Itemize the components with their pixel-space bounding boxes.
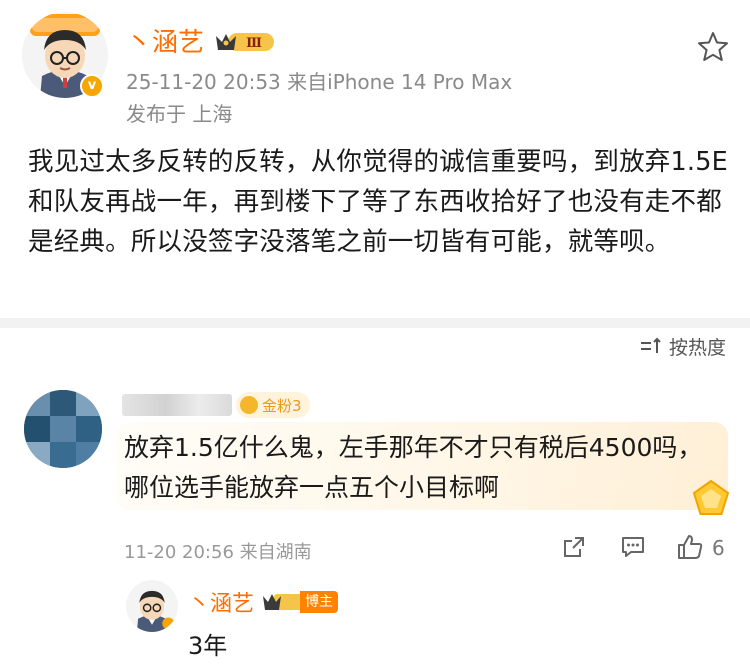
- star-outline-icon[interactable]: [696, 30, 730, 64]
- sort-by-hot-toggle[interactable]: 按热度: [639, 332, 726, 360]
- blogger-badge: 博主: [300, 591, 338, 613]
- share-icon[interactable]: [562, 535, 586, 559]
- cartoon-avatar-icon: [136, 590, 175, 632]
- gold-fan-badge: 金粉3: [236, 392, 310, 418]
- like-count: 6: [712, 536, 725, 560]
- author-name[interactable]: 丶涵艺: [126, 22, 204, 59]
- sort-label: 按热度: [668, 336, 726, 359]
- reply-author-name[interactable]: 丶涵艺: [188, 586, 254, 618]
- comment-time-source: 11-20 20:56 来自湖南: [124, 542, 312, 563]
- thumbs-up-icon[interactable]: [676, 533, 704, 561]
- verified-badge-icon: v: [80, 74, 104, 98]
- post-time-source: 25-11-20 20:53 来自iPhone 14 Pro Max: [126, 70, 513, 94]
- fan-badge-label: 金粉3: [262, 396, 302, 415]
- level-crown-badge-icon: [263, 594, 302, 610]
- level-crown-badge-icon: Ⅲ: [216, 33, 274, 51]
- reply-text: 3年: [188, 632, 228, 660]
- comments-section: 按热度 金粉3 放弃1.5亿什么鬼，左手那年不才只有税后4500吗，哪位选手能放…: [0, 328, 750, 667]
- weibo-post-card: v 丶涵艺 Ⅲ 25-11-20 20:53 来自iPhone 14 Pro M…: [0, 0, 750, 318]
- comment-reply-icon[interactable]: [620, 535, 646, 559]
- sort-icon: [640, 337, 661, 353]
- post-location: 发布于 上海: [126, 102, 233, 126]
- commenter-avatar-blurred[interactable]: [24, 390, 102, 468]
- commenter-name-blurred[interactable]: [122, 394, 232, 416]
- svg-text:Ⅲ: Ⅲ: [246, 36, 262, 51]
- reply-author-avatar[interactable]: [126, 580, 178, 632]
- post-body-text: 我见过太多反转的反转，从你觉得的诚信重要吗，到放弃1.5E和队友再战一年，再到楼…: [28, 147, 728, 257]
- comment-text: 放弃1.5亿什么鬼，左手那年不才只有税后4500吗，哪位选手能放弃一点五个小目标…: [124, 433, 703, 502]
- gold-pentagon-medal-icon: [692, 479, 730, 515]
- gold-fan-icon: [240, 396, 258, 414]
- pixelated-avatar-icon: [24, 390, 102, 468]
